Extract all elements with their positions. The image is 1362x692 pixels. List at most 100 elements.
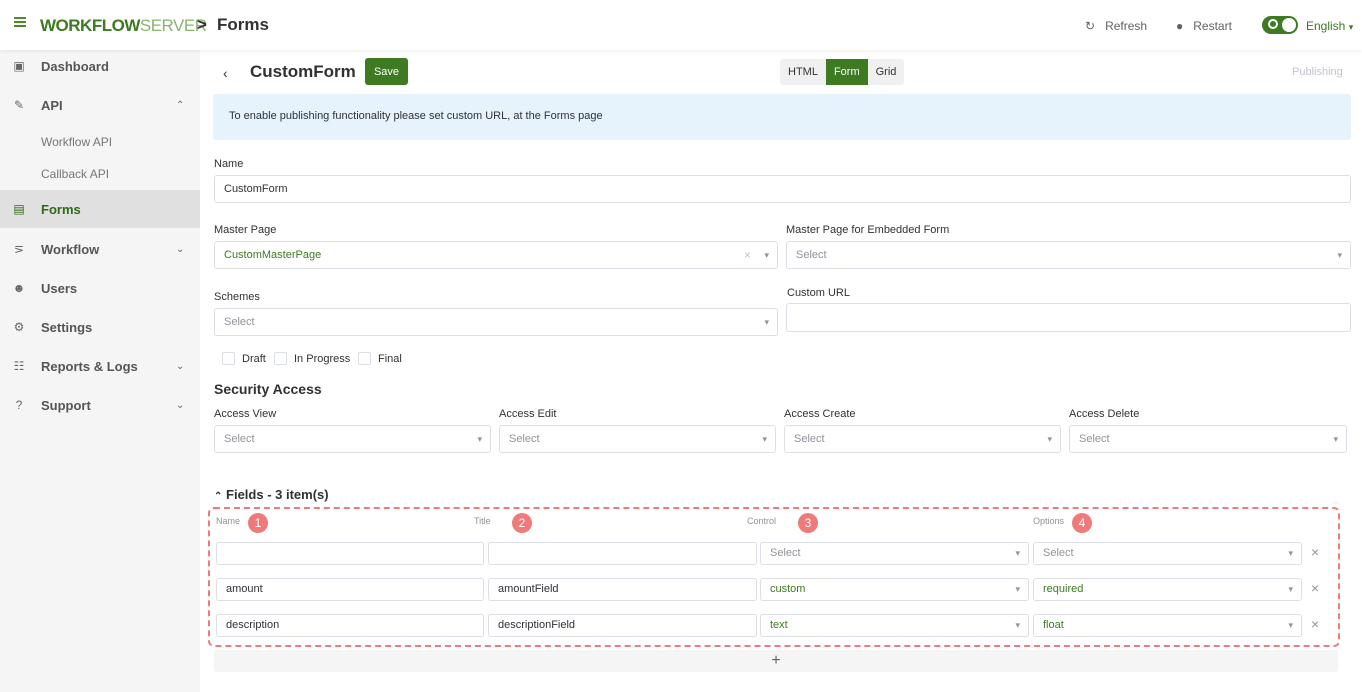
- dashboard-icon: ▣: [13, 59, 25, 73]
- access-delete-select[interactable]: Select ▾: [1069, 425, 1347, 453]
- language-select[interactable]: English ▾: [1306, 19, 1353, 33]
- tab-html[interactable]: HTML: [780, 59, 826, 85]
- column-header-title: Title: [474, 516, 491, 526]
- chevron-down-icon: ▾: [764, 317, 769, 327]
- tab-grid[interactable]: Grid: [868, 59, 905, 85]
- refresh-button[interactable]: ↻ Refresh: [1085, 19, 1147, 33]
- refresh-icon: ↻: [1085, 19, 1096, 33]
- sidebar-item-reports[interactable]: ☷ Reports & Logs ⌄: [0, 347, 200, 385]
- field-options-select[interactable]: Select ▾: [1033, 542, 1302, 565]
- chevron-down-icon: ▾: [1015, 584, 1020, 594]
- chevron-down-icon: ▾: [1333, 434, 1338, 444]
- plug-icon: ✎: [13, 98, 25, 112]
- in-progress-checkbox[interactable]: In Progress: [274, 352, 350, 365]
- name-field[interactable]: CustomForm: [214, 175, 1351, 203]
- chevron-down-icon: ▾: [1047, 434, 1052, 444]
- remove-field-icon[interactable]: ×: [1311, 544, 1319, 560]
- theme-toggle[interactable]: [1262, 16, 1298, 34]
- sidebar-item-forms[interactable]: ▤ Forms: [0, 190, 200, 228]
- field-control-select[interactable]: text ▾: [760, 614, 1029, 637]
- sidebar-item-workflow[interactable]: ⋝ Workflow ⌄: [0, 230, 200, 268]
- field-title-input[interactable]: [488, 542, 757, 565]
- field-options-select[interactable]: required ▾: [1033, 578, 1302, 601]
- remove-field-icon[interactable]: ×: [1311, 616, 1319, 632]
- field-options-select[interactable]: float ▾: [1033, 614, 1302, 637]
- sidebar: ▣ Dashboard ✎ API ⌃ Workflow API Callbac…: [0, 50, 200, 692]
- field-title-input[interactable]: descriptionField: [488, 614, 757, 637]
- chevron-down-icon: ▾: [1015, 548, 1020, 558]
- publishing-link: Publishing: [1292, 66, 1343, 78]
- field-title-input[interactable]: amountField: [488, 578, 757, 601]
- sidebar-item-workflow-api[interactable]: Workflow API: [41, 135, 112, 149]
- chevron-down-icon: ▾: [1348, 22, 1354, 32]
- field-name-input[interactable]: description: [216, 614, 484, 637]
- logo[interactable]: WORKFLOWSERVER: [40, 16, 207, 36]
- plus-icon: +: [771, 652, 781, 669]
- chevron-up-icon: ⌃: [214, 491, 223, 502]
- schemes-select[interactable]: Select ▾: [214, 308, 778, 336]
- custom-url-field[interactable]: [786, 303, 1351, 332]
- form-title: CustomForm: [250, 62, 356, 81]
- field-name-input[interactable]: amount: [216, 578, 484, 601]
- chevron-down-icon: ▾: [764, 250, 769, 260]
- column-header-options: Options: [1033, 516, 1065, 526]
- page-title: Forms: [217, 15, 269, 34]
- draft-checkbox[interactable]: Draft: [222, 352, 266, 365]
- fields-heading[interactable]: ⌃ Fields - 3 item(s): [214, 487, 329, 502]
- access-edit-label: Access Edit: [499, 408, 557, 420]
- access-view-label: Access View: [214, 408, 277, 420]
- field-control-select[interactable]: Select ▾: [760, 542, 1029, 565]
- chevron-down-icon: ▾: [1288, 584, 1293, 594]
- sidebar-item-users[interactable]: ☻ Users: [0, 269, 200, 307]
- access-edit-select[interactable]: Select ▾: [499, 425, 776, 453]
- custom-url-label: Custom URL: [787, 287, 850, 299]
- access-create-label: Access Create: [784, 408, 856, 420]
- clear-icon[interactable]: ×: [744, 242, 751, 268]
- field-name-input[interactable]: [216, 542, 484, 565]
- badge-4: 4: [1072, 513, 1092, 533]
- tab-form[interactable]: Form: [825, 59, 868, 85]
- embedded-master-label: Master Page for Embedded Form: [786, 224, 950, 236]
- restart-button[interactable]: ● Restart: [1176, 19, 1232, 33]
- badge-3: 3: [798, 513, 818, 533]
- info-banner: To enable publishing functionality pleas…: [213, 94, 1351, 140]
- column-header-control: Control: [747, 516, 777, 526]
- sidebar-item-dashboard[interactable]: ▣ Dashboard: [0, 47, 200, 85]
- sidebar-item-api[interactable]: ✎ API ⌃: [0, 86, 200, 124]
- play-circle-icon: ●: [1176, 19, 1184, 33]
- add-field-button[interactable]: +: [214, 650, 1338, 672]
- final-checkbox[interactable]: Final: [358, 352, 402, 365]
- users-icon: ☻: [12, 281, 26, 295]
- back-arrow-icon[interactable]: ‹: [223, 65, 228, 81]
- sidebar-item-callback-api[interactable]: Callback API: [41, 167, 109, 181]
- chevron-down-icon: ▾: [1337, 250, 1342, 260]
- chevron-down-icon: ▾: [1015, 620, 1020, 630]
- view-switcher: HTML Form Grid: [780, 59, 905, 85]
- sidebar-item-support[interactable]: ? Support ⌄: [0, 386, 200, 424]
- master-page-select[interactable]: CustomMasterPage × ▾: [214, 241, 778, 269]
- menu-icon[interactable]: [14, 17, 26, 27]
- settings-icon: ⚙: [13, 320, 25, 334]
- remove-field-icon[interactable]: ×: [1311, 580, 1319, 596]
- schemes-label: Schemes: [214, 291, 260, 303]
- badge-1: 1: [248, 513, 268, 533]
- embedded-master-select[interactable]: Select ▾: [786, 241, 1351, 269]
- workflow-icon: ⋝: [13, 242, 25, 256]
- master-page-label: Master Page: [214, 224, 277, 236]
- name-label: Name: [214, 158, 244, 170]
- save-button[interactable]: Save: [365, 58, 408, 85]
- access-create-select[interactable]: Select ▾: [784, 425, 1061, 453]
- column-header-name: Name: [216, 516, 241, 526]
- access-view-select[interactable]: Select ▾: [214, 425, 491, 453]
- main-content: ‹ CustomForm Save HTML Form Grid Publish…: [200, 50, 1362, 692]
- chevron-down-icon: ⌄: [176, 360, 185, 372]
- help-icon: ?: [15, 398, 23, 412]
- chevron-down-icon: ▾: [1288, 620, 1293, 630]
- field-control-select[interactable]: custom ▾: [760, 578, 1029, 601]
- sidebar-item-settings[interactable]: ⚙ Settings: [0, 308, 200, 346]
- chevron-up-icon: ⌃: [176, 99, 185, 111]
- breadcrumb-separator-icon: >: [197, 15, 207, 34]
- reports-icon: ☷: [13, 359, 25, 373]
- top-bar: WORKFLOWSERVER > Forms ↻ Refresh ● Resta…: [0, 0, 1362, 50]
- chevron-down-icon: ▾: [1288, 548, 1293, 558]
